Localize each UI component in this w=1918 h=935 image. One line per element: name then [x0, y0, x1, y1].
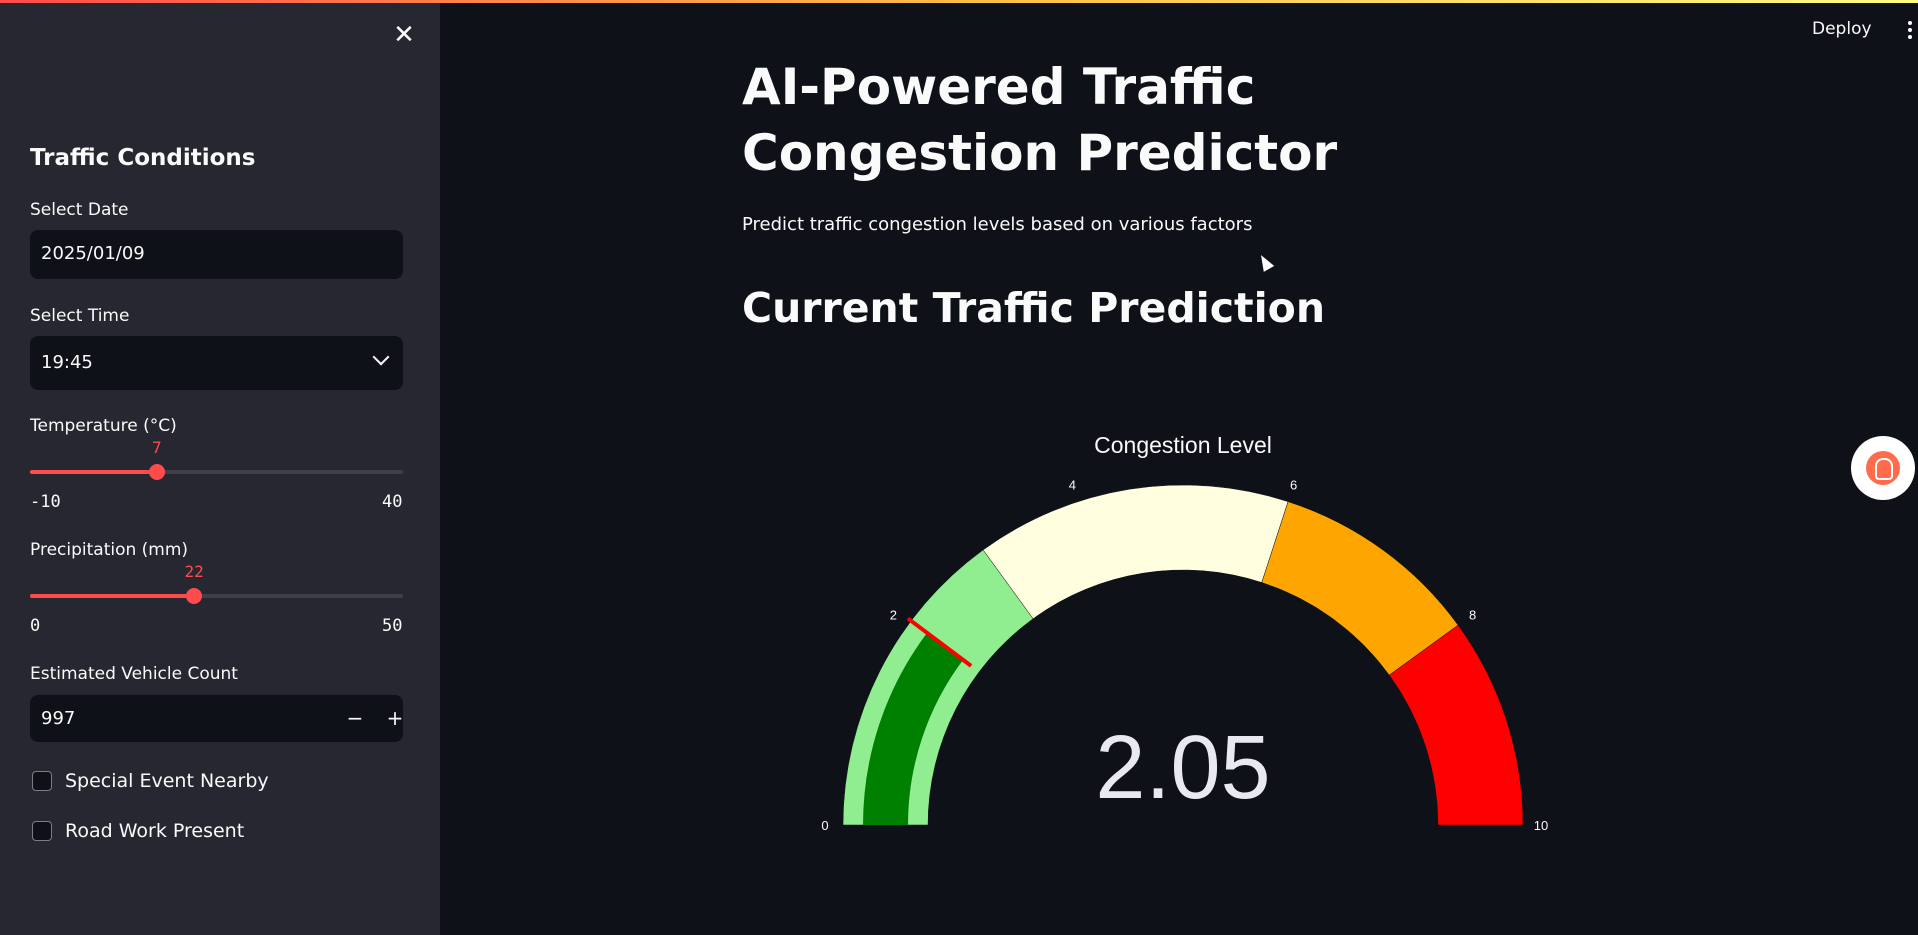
precipitation-min: 0 [30, 616, 41, 636]
gauge-value: 2.05 [1095, 718, 1270, 818]
page-title: AI-Powered Traffic Congestion Predictor [742, 58, 1338, 182]
vehicle-count-input[interactable]: 997 − + [30, 695, 403, 742]
precipitation-value: 22 [184, 562, 204, 581]
time-label: Select Time [30, 306, 130, 326]
temperature-slider[interactable]: 7 [30, 438, 403, 480]
special-event-checkbox[interactable] [32, 771, 52, 791]
gauge-title: Congestion Level [1094, 432, 1272, 458]
date-value: 2025/01/09 [41, 243, 145, 264]
increment-button[interactable]: + [380, 703, 410, 733]
vehicle-count-value: 997 [41, 708, 76, 729]
temperature-value: 7 [151, 438, 162, 457]
road-work-checkbox[interactable] [32, 821, 52, 841]
mouse-cursor-icon [1255, 252, 1275, 272]
temperature-slider-thumb[interactable] [148, 464, 165, 480]
gauge-tick-label: 10 [1534, 818, 1548, 833]
congestion-gauge-chart: Congestion Level 0 2 4 6 8 10 2.05 [821, 432, 1548, 833]
time-select[interactable]: 19:45 [30, 336, 403, 390]
deploy-button[interactable]: Deploy [1812, 19, 1872, 39]
temperature-slider-fill [30, 470, 157, 474]
assistant-icon [1866, 451, 1900, 485]
special-event-label: Special Event Nearby [65, 770, 269, 792]
close-sidebar-icon[interactable]: ✕ [390, 21, 418, 49]
precipitation-label: Precipitation (mm) [30, 540, 189, 560]
decrement-button[interactable]: − [340, 703, 370, 733]
gauge-step-1 [982, 484, 1289, 620]
gauge-tick-label: 0 [821, 818, 828, 833]
main-menu-icon[interactable] [1906, 18, 1918, 44]
sidebar-title: Traffic Conditions [30, 145, 256, 171]
gauge-tick-label: 8 [1469, 608, 1476, 623]
gauge-tick-label: 2 [890, 608, 897, 623]
chevron-down-icon [372, 348, 390, 366]
precipitation-max: 50 [382, 616, 403, 636]
temperature-min: -10 [30, 492, 61, 512]
assistant-button[interactable] [1851, 436, 1915, 500]
gauge-tick-label: 4 [1069, 478, 1076, 493]
vehicle-count-label: Estimated Vehicle Count [30, 664, 238, 684]
time-value: 19:45 [41, 352, 93, 373]
sidebar: ✕ Traffic Conditions Select Date 2025/01… [0, 3, 440, 935]
section-heading: Current Traffic Prediction [742, 284, 1326, 332]
date-label: Select Date [30, 200, 129, 220]
precipitation-slider[interactable]: 22 [30, 562, 403, 604]
temperature-label: Temperature (°C) [30, 416, 177, 436]
precipitation-slider-thumb[interactable] [186, 588, 203, 604]
precipitation-slider-fill [30, 594, 195, 598]
gauge-tick-label: 6 [1290, 478, 1297, 493]
road-work-label: Road Work Present [65, 820, 245, 842]
date-input[interactable]: 2025/01/09 [30, 230, 403, 279]
page-subtitle: Predict traffic congestion levels based … [742, 214, 1253, 235]
temperature-max: 40 [382, 492, 403, 512]
